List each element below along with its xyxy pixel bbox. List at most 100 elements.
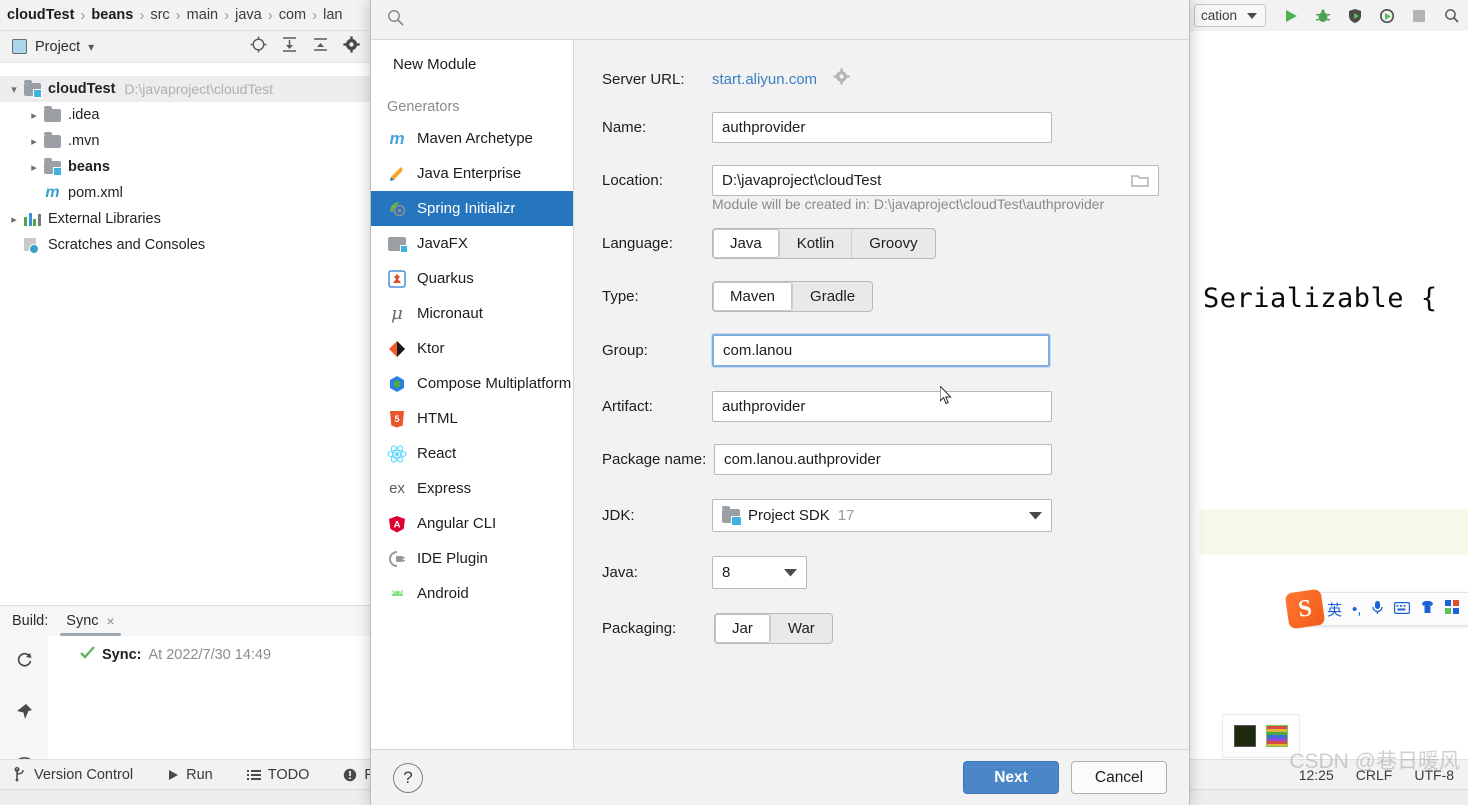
profiler-icon[interactable] bbox=[1376, 5, 1398, 27]
editor-area[interactable]: Serializable { bbox=[1188, 31, 1468, 759]
csdn-watermark: CSDN @巷日暖风 bbox=[1289, 750, 1460, 773]
generator-item-ide-plugin[interactable]: IDE Plugin bbox=[371, 541, 573, 576]
apps-icon[interactable] bbox=[1445, 600, 1460, 618]
breadcrumb-item-3[interactable]: main bbox=[182, 7, 223, 23]
search-input[interactable] bbox=[414, 11, 564, 28]
build-tab-sync[interactable]: Sync × bbox=[60, 606, 122, 636]
breadcrumb-item-1[interactable]: beans bbox=[86, 7, 138, 23]
ime-language-label[interactable]: 英 bbox=[1327, 599, 1342, 620]
generator-item-javafx[interactable]: JavaFX bbox=[371, 226, 573, 261]
chevron-down-icon[interactable]: ▾ bbox=[88, 40, 94, 54]
generator-item-spring-initializr[interactable]: Spring Initializr bbox=[371, 191, 573, 226]
collapse-all-icon[interactable] bbox=[312, 36, 329, 58]
help-button[interactable]: ? bbox=[393, 762, 423, 793]
breadcrumb-item-5[interactable]: com bbox=[274, 7, 311, 23]
name-input[interactable]: authprovider bbox=[712, 112, 1052, 143]
tree-row-beans[interactable]: ▸ beans bbox=[0, 154, 370, 180]
package-name-input[interactable]: com.lanou.authprovider bbox=[714, 444, 1052, 475]
sync-result-row[interactable]: Sync: At 2022/7/30 14:49 bbox=[80, 646, 370, 663]
group-input[interactable]: com.lanou bbox=[711, 333, 1051, 368]
generator-item-android[interactable]: Android bbox=[371, 576, 573, 611]
status-item-todo[interactable]: TODO bbox=[246, 767, 309, 783]
tray-icon-colorful[interactable] bbox=[1266, 725, 1288, 747]
location-input[interactable]: D:\javaproject\cloudTest bbox=[712, 165, 1159, 196]
java-version-combobox[interactable]: 8 bbox=[712, 556, 807, 589]
ime-punctuation-icon[interactable]: •, bbox=[1352, 601, 1361, 618]
generator-item-maven-archetype[interactable]: m Maven Archetype bbox=[371, 121, 573, 156]
generator-new-module[interactable]: New Module bbox=[371, 48, 573, 79]
generator-item-compose-multiplatform[interactable]: Compose Multiplatform bbox=[371, 366, 573, 401]
language-option-java[interactable]: Java bbox=[713, 229, 780, 258]
chevron-right-icon[interactable]: ▸ bbox=[24, 161, 44, 174]
expand-all-icon[interactable] bbox=[281, 36, 298, 58]
generator-item-html[interactable]: 5 HTML bbox=[371, 401, 573, 436]
status-item-version-control[interactable]: Version Control bbox=[14, 767, 133, 783]
chevron-down-icon[interactable]: ▾ bbox=[4, 83, 24, 96]
chevron-right-icon[interactable]: ▸ bbox=[24, 135, 44, 148]
packaging-option-war[interactable]: War bbox=[771, 614, 832, 643]
refresh-icon[interactable] bbox=[15, 650, 34, 674]
spring-icon bbox=[387, 199, 407, 219]
tree-row-idea[interactable]: ▸ .idea bbox=[0, 102, 370, 128]
gear-icon[interactable] bbox=[343, 35, 360, 58]
server-url-link[interactable]: start.aliyun.com bbox=[712, 71, 817, 88]
artifact-input[interactable]: authprovider bbox=[712, 391, 1052, 422]
generator-item-ktor[interactable]: Ktor bbox=[371, 331, 573, 366]
sogou-logo-icon[interactable]: S bbox=[1284, 588, 1326, 630]
locate-icon[interactable] bbox=[250, 36, 267, 58]
tree-label: pom.xml bbox=[68, 185, 123, 201]
project-tool-window-title[interactable]: Project ▾ bbox=[0, 39, 94, 55]
generator-item-java-enterprise[interactable]: Java Enterprise bbox=[371, 156, 573, 191]
language-option-kotlin[interactable]: Kotlin bbox=[780, 229, 853, 258]
cancel-button[interactable]: Cancel bbox=[1071, 761, 1167, 794]
generator-item-react[interactable]: React bbox=[371, 436, 573, 471]
chevron-down-icon[interactable] bbox=[784, 564, 797, 581]
browse-folder-icon[interactable] bbox=[1131, 173, 1149, 192]
breadcrumb-item-2[interactable]: src bbox=[145, 7, 174, 23]
tree-row-mvn[interactable]: ▸ .mvn bbox=[0, 128, 370, 154]
gear-icon[interactable] bbox=[833, 68, 850, 90]
mic-icon[interactable] bbox=[1371, 600, 1384, 619]
run-icon[interactable] bbox=[1280, 5, 1302, 27]
tree-row-cloudtest[interactable]: ▾ cloudTest D:\javaproject\cloudTest bbox=[0, 76, 370, 102]
generator-label: Express bbox=[417, 480, 472, 497]
packaging-option-jar[interactable]: Jar bbox=[715, 614, 771, 643]
breadcrumb-separator: › bbox=[267, 6, 273, 24]
generator-item-micronaut[interactable]: μ Micronaut bbox=[371, 296, 573, 331]
dialog-search-bar[interactable] bbox=[371, 0, 1189, 40]
chevron-down-icon bbox=[1247, 12, 1257, 19]
close-icon[interactable]: × bbox=[107, 613, 115, 629]
run-with-coverage-icon[interactable] bbox=[1344, 5, 1366, 27]
jdk-version: 17 bbox=[837, 507, 855, 524]
breadcrumb-item-4[interactable]: java bbox=[230, 7, 267, 23]
pin-icon[interactable] bbox=[15, 702, 34, 726]
chevron-right-icon[interactable]: ▸ bbox=[24, 109, 44, 122]
next-button[interactable]: Next bbox=[963, 761, 1059, 794]
breadcrumb-item-0[interactable]: cloudTest bbox=[2, 7, 79, 23]
type-option-maven[interactable]: Maven bbox=[713, 282, 794, 311]
search-everywhere-icon[interactable] bbox=[1440, 5, 1462, 27]
sogou-ime-toolbar[interactable]: S 英 •, bbox=[1284, 588, 1468, 630]
tree-row-pomxml[interactable]: m pom.xml bbox=[0, 180, 370, 206]
chevron-right-icon[interactable]: ▸ bbox=[4, 213, 24, 226]
generator-item-quarkus[interactable]: Quarkus bbox=[371, 261, 573, 296]
breadcrumb-item-6[interactable]: lan bbox=[318, 7, 347, 23]
jdk-value: Project SDK bbox=[748, 507, 830, 524]
tree-row-scratches[interactable]: Scratches and Consoles bbox=[0, 232, 370, 258]
run-configuration-selector[interactable]: cation bbox=[1193, 4, 1266, 27]
type-option-gradle[interactable]: Gradle bbox=[793, 282, 872, 311]
tree-row-external-libraries[interactable]: ▸ External Libraries bbox=[0, 206, 370, 232]
generator-item-express[interactable]: ex Express bbox=[371, 471, 573, 506]
skin-icon[interactable] bbox=[1420, 600, 1435, 618]
debug-icon[interactable] bbox=[1312, 5, 1334, 27]
generator-item-angular-cli[interactable]: A Angular CLI bbox=[371, 506, 573, 541]
svg-text:A: A bbox=[394, 519, 401, 530]
stop-icon[interactable] bbox=[1408, 5, 1430, 27]
keyboard-icon[interactable] bbox=[1394, 601, 1411, 618]
chevron-down-icon[interactable] bbox=[1029, 507, 1042, 524]
status-item-run[interactable]: Run bbox=[167, 767, 213, 783]
tray-icon-dark[interactable] bbox=[1234, 725, 1256, 747]
packaging-label: Packaging: bbox=[602, 620, 677, 637]
language-option-groovy[interactable]: Groovy bbox=[852, 229, 934, 258]
jdk-combobox[interactable]: Project SDK 17 bbox=[712, 499, 1052, 532]
